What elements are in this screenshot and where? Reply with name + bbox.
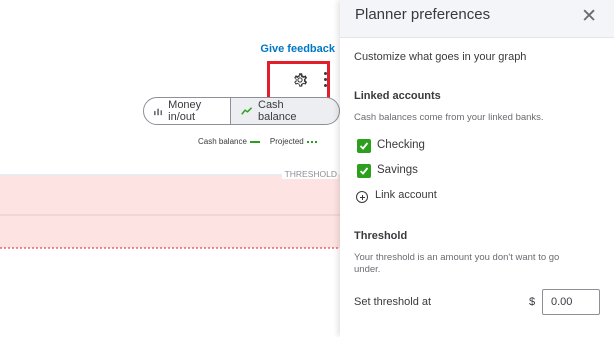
checkbox-check-icon: [359, 167, 369, 175]
customize-text: Customize what goes in your graph: [354, 51, 527, 63]
threshold-zone: [0, 176, 340, 248]
bar-chart-icon: [154, 108, 163, 115]
planner-preferences-panel: Planner preferences ✕ Customize what goe…: [340, 0, 614, 337]
set-threshold-label: Set threshold at: [354, 296, 432, 308]
view-toggle: Money in/out Cash balance: [143, 97, 340, 125]
checking-checkbox[interactable]: [357, 139, 371, 153]
checking-label[interactable]: Checking: [377, 139, 425, 151]
cash-balance-chart: THRESHOLD: [0, 171, 340, 249]
checkbox-check-icon: [359, 142, 369, 150]
panel-header: Planner preferences ✕: [340, 0, 614, 38]
link-account-button[interactable]: Link account: [375, 189, 437, 201]
savings-label[interactable]: Savings: [377, 164, 418, 176]
threshold-description-line2: under.: [354, 264, 381, 275]
savings-checkbox[interactable]: [357, 164, 371, 178]
cash-balance-toggle[interactable]: Cash balance: [230, 97, 340, 125]
threshold-label: THRESHOLD: [285, 171, 337, 179]
cash-balance-label: Cash balance: [258, 99, 297, 123]
close-icon[interactable]: ✕: [581, 7, 597, 26]
give-feedback-link[interactable]: Give feedback: [260, 43, 335, 55]
money-in-out-label: Money in/out: [168, 99, 202, 123]
legend-cash-balance: Cash balance: [198, 137, 260, 146]
threshold-input[interactable]: [542, 289, 600, 315]
linked-accounts-description: Cash balances come from your linked bank…: [354, 112, 544, 123]
plus-circle-icon[interactable]: [356, 191, 368, 203]
cash-flow-planner-area: Give feedback Money in/out Cash balance …: [0, 0, 340, 337]
legend-projected: Projected: [270, 137, 317, 146]
threshold-heading: Threshold: [354, 230, 408, 242]
threshold-description-line1: Your threshold is an amount you don't wa…: [354, 252, 560, 263]
chart-legend: Cash balance Projected: [198, 137, 317, 146]
linked-accounts-heading: Linked accounts: [354, 90, 441, 102]
money-in-out-toggle[interactable]: Money in/out: [143, 97, 231, 125]
panel-title: Planner preferences: [355, 6, 491, 23]
currency-symbol: $: [529, 296, 536, 308]
line-chart-icon: [240, 107, 252, 115]
